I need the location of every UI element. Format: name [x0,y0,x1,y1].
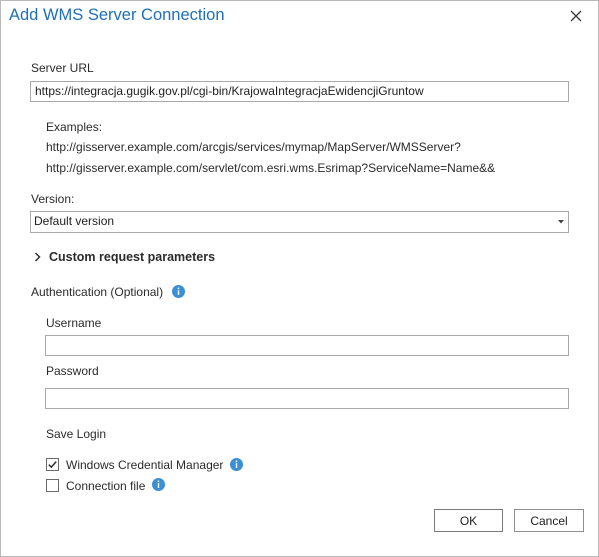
version-label: Version: [31,192,75,206]
windows-credential-label[interactable]: Windows Credential Manager [66,458,223,472]
username-label: Username [46,316,102,330]
username-input[interactable] [45,335,569,356]
example-url-2: http://gisserver.example.com/servlet/com… [46,161,496,175]
custom-request-parameters-expander[interactable]: Custom request parameters [34,250,215,264]
version-selected-value: Default version [34,214,115,228]
checkmark-icon [48,461,57,469]
save-login-label: Save Login [46,427,107,441]
dialog-title: Add WMS Server Connection [9,6,225,24]
example-url-1: http://gisserver.example.com/arcgis/serv… [46,140,461,154]
info-icon[interactable] [152,478,165,491]
server-url-label: Server URL [31,61,94,75]
custom-request-parameters-label: Custom request parameters [49,250,216,264]
examples-label: Examples: [46,120,103,134]
windows-credential-checkbox[interactable] [46,458,59,471]
password-input[interactable] [45,388,569,409]
info-icon[interactable] [172,285,185,298]
connection-file-checkbox[interactable] [46,479,59,492]
connection-file-label[interactable]: Connection file [66,479,145,493]
chevron-down-icon [558,220,564,224]
authentication-label: Authentication (Optional) [31,285,164,299]
server-url-input[interactable]: https://integracja.gugik.gov.pl/cgi-bin/… [30,81,569,102]
ok-button[interactable]: OK [434,509,503,532]
add-wms-server-dialog: Add WMS Server Connection Server URL htt… [0,0,599,557]
version-dropdown[interactable]: Default version [30,211,569,233]
info-icon[interactable] [230,458,243,471]
close-icon [570,10,582,22]
close-button[interactable] [564,5,588,27]
password-label: Password [46,364,99,378]
cancel-button[interactable]: Cancel [514,509,584,532]
chevron-right-icon [34,252,41,262]
